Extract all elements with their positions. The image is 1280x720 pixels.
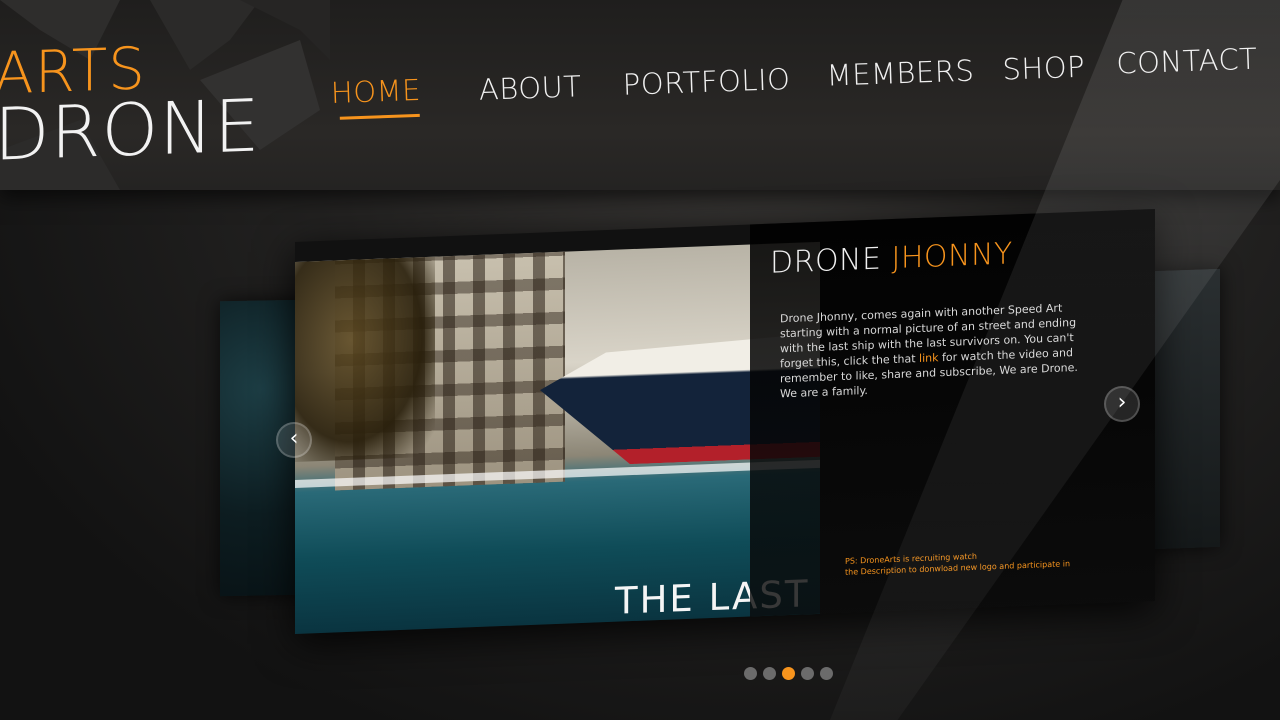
slider-prev-button[interactable]: ‹ xyxy=(276,422,312,458)
site-logo[interactable]: ARTS DRONE xyxy=(0,34,261,177)
slide-description: Drone Jhonny, comes again with another S… xyxy=(780,300,1080,402)
chevron-right-icon: › xyxy=(1117,390,1127,415)
slide-main-card: THE LAST LIF The world we used like this… xyxy=(295,208,1155,634)
slider-next-button[interactable]: › xyxy=(1104,386,1140,422)
slider-pagination xyxy=(744,667,833,680)
slide-title: DRONE JHONNY xyxy=(770,236,1013,280)
site-header: ARTS DRONE HOME ABOUT PORTFOLIO MEMBERS … xyxy=(0,0,1280,190)
slide-postscript: PS: DroneArts is recruiting watch the De… xyxy=(845,545,1135,578)
logo-line-drone: DRONE xyxy=(0,83,261,177)
nav-about[interactable]: ABOUT xyxy=(478,69,582,107)
nav-portfolio[interactable]: PORTFOLIO xyxy=(622,62,791,102)
nav-members[interactable]: MEMBERS xyxy=(826,54,975,93)
slide-video-link[interactable]: link xyxy=(919,351,938,365)
slide-title-second: JHONNY xyxy=(891,236,1013,277)
pagination-dot[interactable] xyxy=(820,667,833,680)
chevron-left-icon: ‹ xyxy=(289,426,299,451)
pagination-dot[interactable] xyxy=(763,667,776,680)
pagination-dot[interactable] xyxy=(744,667,757,680)
nav-home[interactable]: HOME xyxy=(330,73,421,110)
image-trees xyxy=(295,256,435,462)
nav-contact[interactable]: CONTACT xyxy=(1116,42,1258,81)
pagination-dot[interactable] xyxy=(801,667,814,680)
slide-image: THE LAST LIF The world we used like this… xyxy=(295,241,820,634)
main-navigation: HOME ABOUT PORTFOLIO MEMBERS SHOP CONTAC… xyxy=(330,33,1280,126)
featured-slider: THE LAST LIF The world we used like this… xyxy=(0,200,1280,700)
slide-text-panel: DRONE JHONNY Drone Jhonny, comes again w… xyxy=(750,208,1155,617)
pagination-dot[interactable] xyxy=(782,667,795,680)
slide-title-first: DRONE xyxy=(770,241,882,281)
nav-shop[interactable]: SHOP xyxy=(1002,50,1086,87)
